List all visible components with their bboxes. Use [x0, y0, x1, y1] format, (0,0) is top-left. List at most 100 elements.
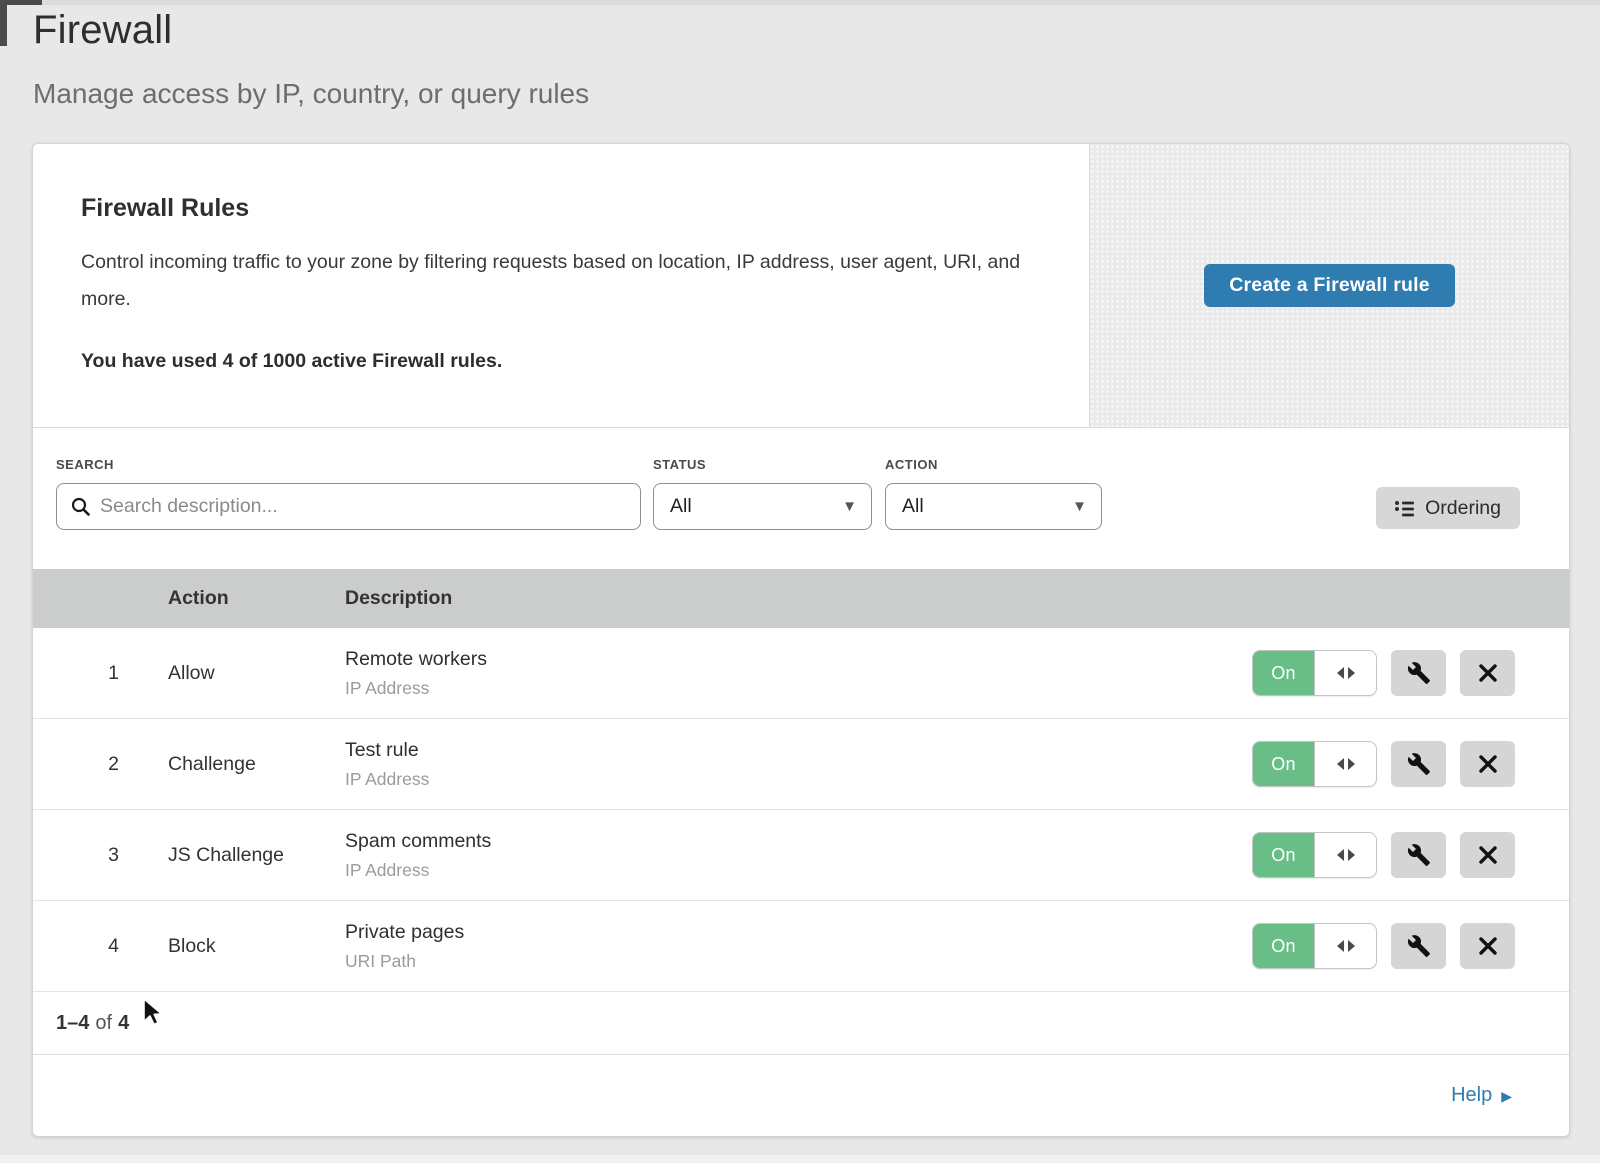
overview-heading: Firewall Rules — [81, 194, 1049, 223]
rule-number: 1 — [33, 662, 168, 685]
window-top-edge — [0, 0, 1600, 5]
status-selected-value: All — [670, 495, 692, 518]
search-label: SEARCH — [56, 457, 114, 472]
rule-number: 2 — [33, 753, 168, 776]
close-icon — [1479, 664, 1497, 682]
search-input[interactable] — [100, 495, 626, 518]
status-select[interactable]: All ▼ — [653, 483, 872, 530]
page-subtitle: Manage access by IP, country, or query r… — [33, 78, 589, 110]
rule-description-cell: Private pages URI Path — [345, 921, 1239, 972]
arrow-right-icon: ▶ — [1501, 1089, 1512, 1103]
rule-action: Allow — [168, 662, 345, 685]
search-icon — [71, 497, 90, 516]
rule-enabled-toggle[interactable]: On — [1252, 741, 1377, 787]
create-rule-panel: Create a Firewall rule — [1089, 144, 1569, 427]
toggle-on-label: On — [1253, 742, 1315, 786]
rule-match-type: IP Address — [345, 860, 1239, 881]
table-row: 1 Allow Remote workers IP Address On — [33, 628, 1569, 719]
toggle-arrows-icon[interactable] — [1315, 742, 1376, 786]
rule-controls: On — [1239, 741, 1569, 787]
triangle-right-icon — [1348, 849, 1355, 861]
rule-controls: On — [1239, 650, 1569, 696]
wrench-icon — [1407, 843, 1431, 867]
rule-match-type: URI Path — [345, 951, 1239, 972]
window-corner-artifact — [0, 0, 7, 46]
window-corner-artifact — [0, 0, 42, 5]
action-select[interactable]: All ▼ — [885, 483, 1102, 530]
overview-section: Firewall Rules Control incoming traffic … — [33, 144, 1569, 428]
wrench-icon — [1407, 752, 1431, 776]
rule-description: Private pages — [345, 921, 1239, 944]
rule-number: 3 — [33, 844, 168, 867]
ordering-list-icon — [1395, 500, 1414, 517]
firewall-rules-card: Firewall Rules Control incoming traffic … — [32, 143, 1570, 1137]
rule-description-cell: Spam comments IP Address — [345, 830, 1239, 881]
rule-number: 4 — [33, 935, 168, 958]
table-row: 3 JS Challenge Spam comments IP Address … — [33, 810, 1569, 901]
rule-match-type: IP Address — [345, 769, 1239, 790]
usage-summary: You have used 4 of 1000 active Firewall … — [81, 350, 1049, 373]
action-label: ACTION — [885, 457, 938, 472]
window-bottom-edge — [0, 1155, 1600, 1163]
triangle-right-icon — [1348, 940, 1355, 952]
triangle-left-icon — [1337, 667, 1344, 679]
help-row: Help ▶ — [33, 1055, 1569, 1136]
rules-list: 1 Allow Remote workers IP Address On — [33, 628, 1569, 992]
delete-rule-button[interactable] — [1460, 650, 1515, 696]
delete-rule-button[interactable] — [1460, 923, 1515, 969]
pagination-total: 4 — [118, 1012, 129, 1035]
triangle-left-icon — [1337, 849, 1344, 861]
delete-rule-button[interactable] — [1460, 741, 1515, 787]
triangle-left-icon — [1337, 940, 1344, 952]
toggle-arrows-icon[interactable] — [1315, 924, 1376, 968]
toggle-on-label: On — [1253, 651, 1315, 695]
rule-controls: On — [1239, 923, 1569, 969]
edit-rule-button[interactable] — [1391, 650, 1446, 696]
help-link[interactable]: Help ▶ — [1451, 1084, 1512, 1107]
rule-action: JS Challenge — [168, 844, 345, 867]
caret-down-icon: ▼ — [1072, 499, 1087, 514]
toggle-on-label: On — [1253, 833, 1315, 877]
pagination-range: 1–4 — [56, 1012, 89, 1035]
column-header-action: Action — [168, 587, 345, 610]
rule-enabled-toggle[interactable]: On — [1252, 650, 1377, 696]
edit-rule-button[interactable] — [1391, 923, 1446, 969]
pagination-row: 1–4 of 4 — [33, 992, 1569, 1055]
triangle-right-icon — [1348, 667, 1355, 679]
pagination-of: of — [95, 1012, 112, 1035]
edit-rule-button[interactable] — [1391, 832, 1446, 878]
column-header-description: Description — [345, 587, 1239, 610]
search-box[interactable] — [56, 483, 641, 530]
ordering-button-label: Ordering — [1425, 497, 1501, 520]
rule-enabled-toggle[interactable]: On — [1252, 832, 1377, 878]
overview-info: Firewall Rules Control incoming traffic … — [33, 144, 1089, 427]
table-header: Action Description — [33, 569, 1569, 628]
table-row: 2 Challenge Test rule IP Address On — [33, 719, 1569, 810]
filters-section: SEARCH STATUS All ▼ ACTION All ▼ — [33, 428, 1569, 569]
toggle-arrows-icon[interactable] — [1315, 833, 1376, 877]
triangle-left-icon — [1337, 758, 1344, 770]
toggle-on-label: On — [1253, 924, 1315, 968]
rule-enabled-toggle[interactable]: On — [1252, 923, 1377, 969]
table-row: 4 Block Private pages URI Path On — [33, 901, 1569, 992]
close-icon — [1479, 846, 1497, 864]
rule-description: Remote workers — [345, 648, 1239, 671]
ordering-button[interactable]: Ordering — [1376, 487, 1520, 529]
rule-description-cell: Test rule IP Address — [345, 739, 1239, 790]
rule-description: Spam comments — [345, 830, 1239, 853]
delete-rule-button[interactable] — [1460, 832, 1515, 878]
page-header: Firewall Manage access by IP, country, o… — [33, 8, 589, 110]
edit-rule-button[interactable] — [1391, 741, 1446, 787]
help-link-label: Help — [1451, 1084, 1492, 1107]
overview-description: Control incoming traffic to your zone by… — [81, 244, 1041, 318]
rule-action: Block — [168, 935, 345, 958]
page-title: Firewall — [33, 8, 589, 53]
wrench-icon — [1407, 934, 1431, 958]
caret-down-icon: ▼ — [842, 499, 857, 514]
rule-action: Challenge — [168, 753, 345, 776]
status-label: STATUS — [653, 457, 706, 472]
wrench-icon — [1407, 661, 1431, 685]
create-firewall-rule-button[interactable]: Create a Firewall rule — [1204, 264, 1455, 307]
toggle-arrows-icon[interactable] — [1315, 651, 1376, 695]
rule-description: Test rule — [345, 739, 1239, 762]
